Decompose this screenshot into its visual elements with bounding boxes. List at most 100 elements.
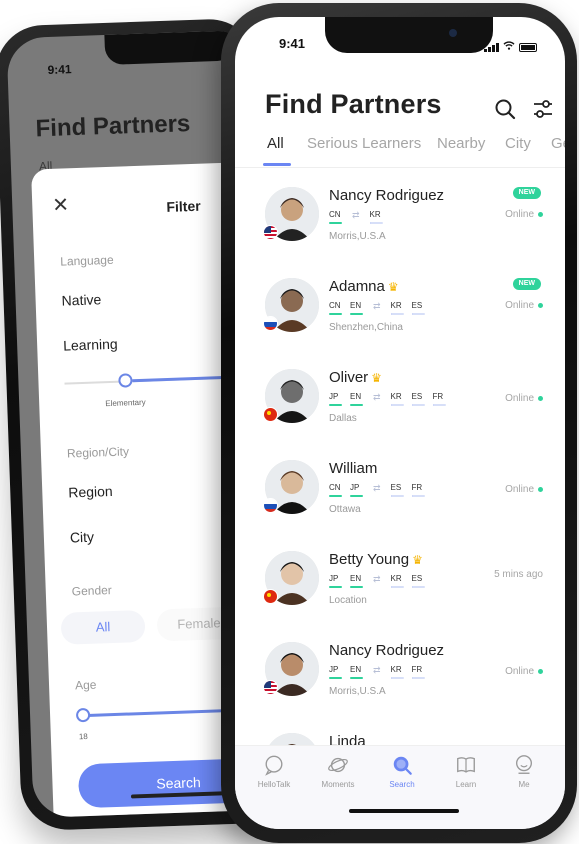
learning-language-code: ES xyxy=(411,392,425,406)
nav-me[interactable]: Me xyxy=(499,754,549,789)
language-pair: CN EN ⇄ KR ES xyxy=(329,301,433,315)
nav-hellotalk[interactable]: HelloTalk xyxy=(249,754,299,789)
proficiency-bar xyxy=(369,222,377,224)
nav-moments[interactable]: Moments xyxy=(313,754,363,789)
learning-language-code: ES xyxy=(411,574,425,588)
online-status: Online xyxy=(505,300,543,311)
search-icon[interactable] xyxy=(493,97,519,123)
exchange-arrows-icon: ⇄ xyxy=(352,210,360,220)
native-language-code: CN xyxy=(329,301,342,315)
partner-name-text: Nancy Rodriguez xyxy=(329,642,445,659)
filter-sliders-icon[interactable] xyxy=(531,97,557,123)
language-pair: JP EN ⇄ KR ES xyxy=(329,574,433,588)
signal-icon xyxy=(484,42,499,52)
partner-name-text: Adamna xyxy=(329,278,385,295)
proficiency-caption: Elementary xyxy=(105,397,146,409)
tab-city[interactable]: City xyxy=(505,135,531,152)
partner-name: Nancy Rodriguez xyxy=(329,642,444,659)
page-title: Find Partners xyxy=(265,89,442,119)
partner-row[interactable]: Nancy Rodriguez JP EN ⇄ KR FR Morris,U.S.A Onli… xyxy=(235,632,565,723)
exchange-arrows-icon: ⇄ xyxy=(373,665,381,675)
online-status-text: Online xyxy=(505,393,534,404)
country-flag-icon xyxy=(263,407,278,422)
partner-location: Morris,U.S.A xyxy=(329,231,386,242)
close-icon[interactable]: ✕ xyxy=(52,192,70,218)
person-icon xyxy=(515,755,533,774)
proficiency-bar xyxy=(432,404,437,406)
back-phone-notch xyxy=(104,30,236,65)
tab-gender[interactable]: Ge xyxy=(551,135,565,152)
partner-name-text: Oliver xyxy=(329,369,369,386)
age-slider-knob[interactable] xyxy=(75,707,91,723)
nav-learn[interactable]: Learn xyxy=(441,754,491,789)
native-language-code: JP xyxy=(329,665,342,679)
active-tab-indicator xyxy=(263,163,291,166)
tab-all[interactable]: All xyxy=(267,135,284,152)
new-badge: NEW xyxy=(512,278,541,290)
language-pair: CN JP ⇄ ES FR xyxy=(329,483,433,497)
online-status: Online xyxy=(505,484,543,495)
nav-label: HelloTalk xyxy=(257,780,291,789)
online-status-text: Online xyxy=(505,484,534,495)
front-phone-screen: 9:41 Find Partners All Serious Learners … xyxy=(235,17,565,829)
front-phone: 9:41 Find Partners All Serious Learners … xyxy=(221,3,577,843)
crown-icon: ♛ xyxy=(387,280,399,294)
partner-location: Dallas xyxy=(329,413,357,424)
proficiency-slider-knob[interactable] xyxy=(118,373,133,388)
online-status: 5 mins ago xyxy=(494,569,543,580)
nav-search[interactable]: Search xyxy=(377,754,427,789)
status-icons xyxy=(484,41,537,53)
learning-language-code: FR xyxy=(432,392,446,406)
online-dot-icon xyxy=(538,486,543,492)
partner-name: William xyxy=(329,460,377,477)
filter-title: Filter xyxy=(166,197,201,215)
online-dot-icon xyxy=(538,302,543,308)
gender-option-all[interactable]: All xyxy=(60,609,146,645)
partner-location: Morris,U.S.A xyxy=(329,686,386,697)
age-min-caption: 18 xyxy=(78,731,88,742)
partner-name: Oliver ♛ xyxy=(329,369,382,386)
proficiency-bar xyxy=(390,404,398,406)
crown-icon: ♛ xyxy=(371,371,382,385)
gender-label: Gender xyxy=(71,583,113,599)
learning-language-code: ES xyxy=(411,301,425,315)
partner-row[interactable]: Adamna ♛ CN EN ⇄ KR ES Shenzhen,China NEW Online xyxy=(235,268,565,359)
native-language-code: JP xyxy=(329,574,342,588)
proficiency-bar xyxy=(411,313,416,315)
learning-language-code: KR xyxy=(390,574,404,588)
tab-serious-learners[interactable]: Serious Learners xyxy=(307,135,421,152)
native-option[interactable]: Native xyxy=(61,291,101,308)
partner-name-text: William xyxy=(329,460,378,477)
partner-row[interactable]: Oliver ♛ JP EN ⇄ KR ES FR Dallas Online xyxy=(235,359,565,450)
partner-row[interactable]: William CN JP ⇄ ES FR Ottawa Online xyxy=(235,450,565,541)
learning-language-code: KR xyxy=(390,392,404,406)
proficiency-bar xyxy=(390,313,398,315)
status-time: 9:41 xyxy=(47,62,72,77)
online-status: Online xyxy=(505,666,543,677)
native-language-code: EN xyxy=(350,665,363,679)
online-dot-icon xyxy=(538,395,543,401)
partner-name: Betty Young ♛ xyxy=(329,551,423,568)
exchange-arrows-icon: ⇄ xyxy=(373,392,381,402)
region-option[interactable]: Region xyxy=(68,483,113,501)
learning-language-code: FR xyxy=(411,483,425,497)
wifi-icon xyxy=(503,41,515,53)
online-status: Online xyxy=(505,209,543,220)
learning-language-code: KR xyxy=(390,301,404,315)
partner-name: Adamna ♛ xyxy=(329,278,399,295)
language-pair: CN ⇄ KR xyxy=(329,210,391,224)
nav-label: Learn xyxy=(455,780,477,789)
front-phone-notch xyxy=(325,17,493,53)
tab-nearby[interactable]: Nearby xyxy=(437,135,485,152)
learning-language-code: KR xyxy=(390,665,404,679)
native-language-code: EN xyxy=(350,392,363,406)
partner-row[interactable]: Nancy Rodriguez CN ⇄ KR Morris,U.S.A NEW Onlin… xyxy=(235,177,565,268)
battery-icon xyxy=(519,42,537,52)
learning-language-code: FR xyxy=(411,665,425,679)
partner-name-text: Nancy Rodriguez xyxy=(329,187,445,204)
learning-option[interactable]: Learning xyxy=(63,336,118,354)
proficiency-bar xyxy=(390,495,398,497)
partner-name: Nancy Rodriguez xyxy=(329,187,444,204)
partner-row[interactable]: Betty Young ♛ JP EN ⇄ KR ES Location 5 mins ago xyxy=(235,541,565,632)
city-option[interactable]: City xyxy=(70,529,95,546)
